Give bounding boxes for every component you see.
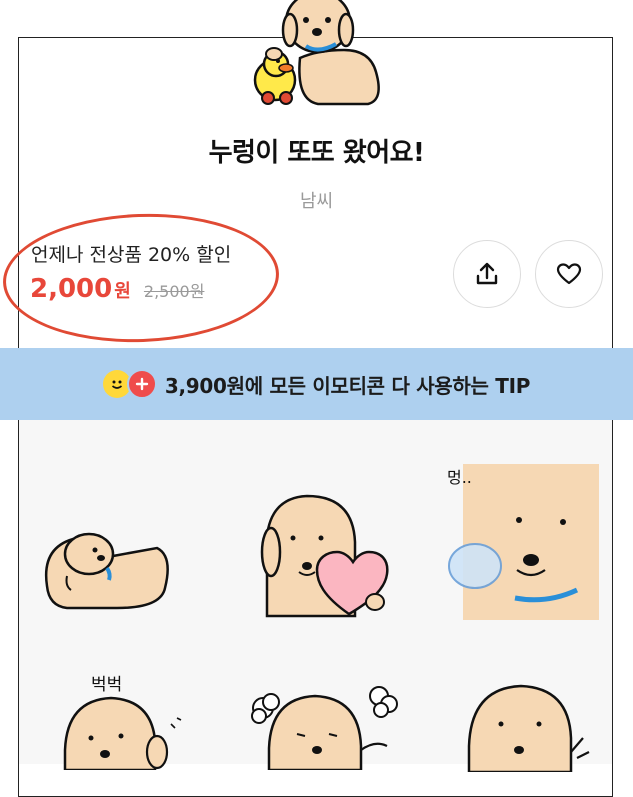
author-name[interactable]: 남씨 bbox=[0, 187, 633, 213]
sticker-item[interactable] bbox=[465, 682, 591, 772]
product-title: 누렁이 또또 왔어요! bbox=[208, 138, 425, 168]
emoticon-plus-tip-banner[interactable]: 3,900원에 모든 이모티콘 다 사용하는 TIP bbox=[0, 348, 633, 420]
sticker-preview-grid: 멍.. 벅벅 bbox=[19, 420, 612, 772]
hero-sticker-image bbox=[253, 0, 380, 106]
sticker-caption: 멍.. bbox=[447, 468, 472, 487]
sticker-item[interactable]: 멍.. bbox=[447, 464, 599, 620]
share-icon bbox=[476, 262, 498, 285]
sticker-item[interactable] bbox=[257, 492, 393, 620]
heart-icon bbox=[556, 263, 582, 285]
plus-icon bbox=[126, 369, 157, 399]
sticker-item[interactable] bbox=[241, 674, 401, 770]
emoticon-plus-badge bbox=[102, 369, 157, 399]
tip-banner-text: 3,900원에 모든 이모티콘 다 사용하는 TIP bbox=[164, 373, 531, 398]
sticker-item[interactable]: 벅벅 bbox=[59, 670, 199, 770]
sticker-item[interactable] bbox=[37, 516, 173, 616]
like-button[interactable] bbox=[535, 240, 603, 308]
share-button[interactable] bbox=[453, 240, 521, 308]
